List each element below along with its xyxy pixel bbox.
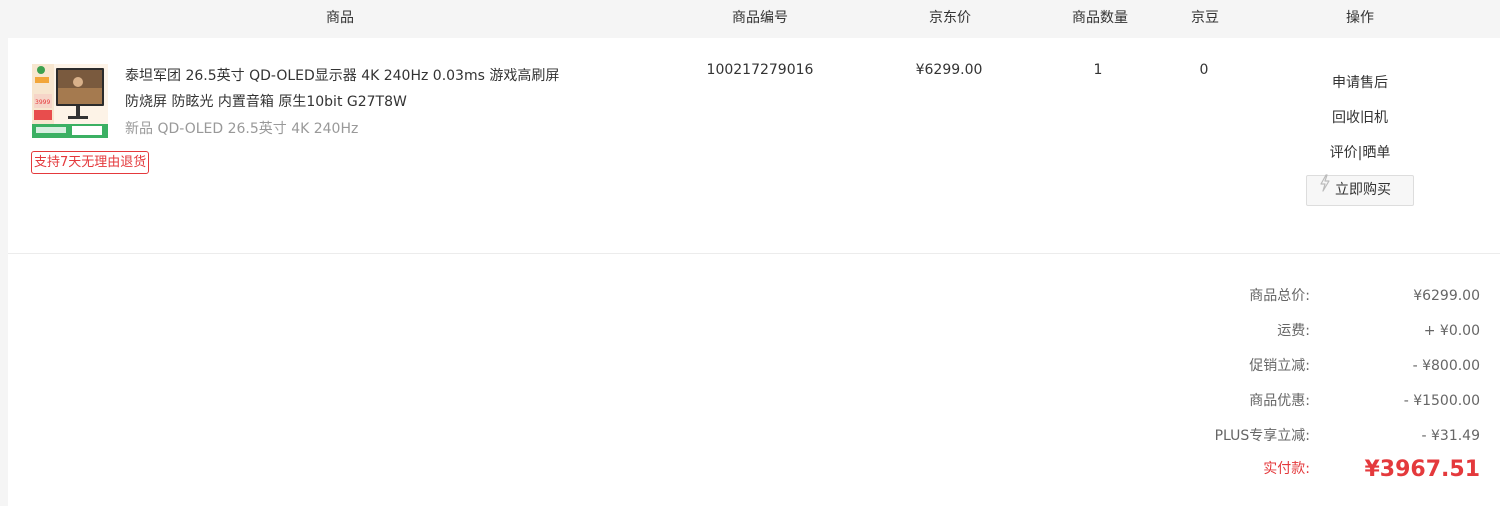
summary-row-discount: 商品优惠: - ¥1500.00 — [8, 384, 1500, 419]
product-spec: 新品 QD-OLED 26.5英寸 4K 240Hz — [125, 121, 359, 137]
product-price: ¥6299.00 — [915, 62, 983, 78]
summary-label: PLUS专享立减: — [1214, 428, 1310, 444]
buy-now-label: 立即购买 — [1335, 182, 1391, 198]
review-link[interactable]: 评价|晒单 — [1298, 136, 1422, 171]
summary-label: 商品总价: — [1249, 288, 1310, 304]
summary-value: - ¥800.00 — [1412, 358, 1480, 374]
amount-paid-label: 实付款: — [1263, 461, 1310, 477]
header-actions: 操作 — [1346, 10, 1374, 26]
header-jingdou: 京豆 — [1191, 10, 1219, 26]
product-sku: 100217279016 — [706, 62, 814, 78]
summary-row-promotion: 促销立减: - ¥800.00 — [8, 349, 1500, 384]
apply-after-sale-link[interactable]: 申请售后 — [1298, 66, 1422, 101]
summary-row-amount-paid: 实付款: ¥3967.51 — [8, 452, 1500, 487]
product-quantity: 1 — [1093, 62, 1103, 78]
summary-value: ¥6299.00 — [1413, 288, 1480, 304]
order-detail-panel: 3999 泰坦军团 26.5英寸 QD-OLED显示器 4K 240Hz 0.0… — [8, 38, 1500, 506]
summary-row-total-price: 商品总价: ¥6299.00 — [8, 279, 1500, 314]
header-quantity: 商品数量 — [1072, 10, 1128, 26]
header-price: 京东价 — [929, 10, 971, 26]
return-policy-badge: 支持7天无理由退货 — [31, 151, 150, 174]
monitor-product-image: 3999 — [32, 64, 108, 138]
header-sku: 商品编号 — [732, 10, 788, 26]
product-thumbnail[interactable]: 3999 — [32, 64, 108, 138]
thumb-price-text: 3999 — [35, 99, 50, 106]
product-name[interactable]: 泰坦军团 26.5英寸 QD-OLED显示器 4K 240Hz 0.03ms 游… — [125, 63, 575, 115]
lightning-icon — [1319, 174, 1331, 203]
section-divider — [8, 253, 1500, 254]
buy-now-button[interactable]: 立即购买 — [1306, 174, 1414, 206]
product-jingdou: 0 — [1199, 62, 1209, 78]
summary-label: 促销立减: — [1249, 358, 1310, 374]
recycle-old-device-link[interactable]: 回收旧机 — [1298, 101, 1422, 136]
summary-row-shipping: 运费: + ¥0.00 — [8, 314, 1500, 349]
summary-label: 运费: — [1277, 323, 1310, 339]
header-product: 商品 — [326, 10, 354, 26]
order-table-header: 商品 商品编号 京东价 商品数量 京豆 操作 — [0, 0, 1500, 36]
summary-value: - ¥31.49 — [1421, 428, 1481, 444]
order-actions: 申请售后 回收旧机 评价|晒单 — [1298, 66, 1422, 171]
summary-value: + ¥0.00 — [1423, 323, 1480, 339]
summary-label: 商品优惠: — [1249, 393, 1310, 409]
summary-row-plus-discount: PLUS专享立减: - ¥31.49 — [8, 419, 1500, 454]
amount-paid-value: ¥3967.51 — [1364, 457, 1480, 482]
summary-value: - ¥1500.00 — [1403, 393, 1480, 409]
